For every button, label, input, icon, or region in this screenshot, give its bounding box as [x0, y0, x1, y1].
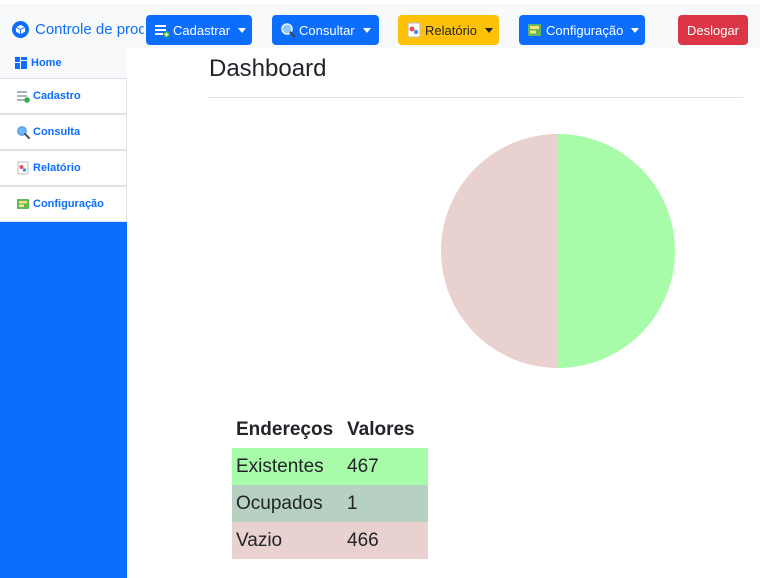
list-add-icon: [154, 22, 170, 38]
chevron-down-icon: [485, 27, 494, 33]
chevron-down-icon: [238, 27, 247, 33]
configuracao-dropdown[interactable]: Configuração: [519, 15, 645, 45]
table-header-valores: Valores: [347, 419, 415, 440]
table-cell-label: Ocupados: [236, 493, 323, 514]
sidebar-item-relatorio[interactable]: Relatório: [0, 150, 127, 186]
table-row-vazio: Vazio 466: [232, 522, 428, 559]
pie-slice-ocupados: [558, 134, 675, 368]
sidebar-item-label: Cadastro: [33, 90, 81, 102]
sidebar-item-home[interactable]: Home: [0, 48, 127, 78]
top-navbar: Controle de produ Cadastrar Consultar Re…: [0, 0, 760, 48]
title-divider: [208, 97, 743, 98]
table-row-existentes: Existentes 467: [232, 448, 428, 485]
brand-logo-icon: [12, 20, 29, 38]
report-icon: [16, 161, 30, 175]
sidebar-item-configuracao[interactable]: Configuração: [0, 186, 127, 222]
table-cell-label: Existentes: [236, 456, 324, 477]
report-icon: [406, 22, 422, 38]
config-icon: [527, 22, 543, 38]
table-cell-value: 1: [347, 493, 358, 514]
table-cell-value: 467: [347, 456, 379, 477]
table-cell-value: 466: [347, 530, 379, 551]
cadastrar-dropdown[interactable]: Cadastrar: [146, 15, 252, 45]
chevron-down-icon: [631, 27, 640, 33]
sidebar: Home Cadastro Consulta Relatório Configu…: [0, 48, 127, 578]
chevron-down-icon: [362, 27, 371, 33]
page-title: Dashboard: [209, 55, 327, 82]
brand-title: Controle de produ: [35, 20, 144, 38]
sidebar-item-label: Consulta: [33, 126, 81, 138]
consultar-label: Consultar: [299, 22, 355, 38]
relatorio-dropdown[interactable]: Relatório: [398, 15, 499, 45]
pie-chart: [441, 134, 675, 368]
table-header-enderecos: Endereços: [236, 419, 334, 440]
search-icon: [16, 125, 30, 139]
relatorio-label: Relatório: [425, 22, 478, 38]
table-cell-label: Vazio: [236, 530, 283, 551]
sidebar-item-consulta[interactable]: Consulta: [0, 114, 127, 150]
pie-slice-vazio: [441, 134, 558, 368]
home-grid-icon: [14, 56, 28, 70]
sidebar-item-label: Home: [31, 57, 62, 69]
consultar-dropdown[interactable]: Consultar: [272, 15, 379, 45]
brand[interactable]: Controle de produ: [12, 17, 144, 41]
cadastrar-label: Cadastrar: [173, 22, 231, 38]
config-icon: [16, 197, 30, 211]
table-row-ocupados: Ocupados 1: [232, 485, 428, 522]
sidebar-item-label: Configuração: [33, 198, 104, 210]
sidebar-item-cadastro[interactable]: Cadastro: [0, 78, 127, 114]
list-add-icon: [16, 89, 30, 103]
configuracao-label: Configuração: [546, 22, 624, 38]
deslogar-button[interactable]: Deslogar: [678, 15, 748, 45]
search-icon: [280, 22, 296, 38]
sidebar-item-label: Relatório: [33, 162, 81, 174]
